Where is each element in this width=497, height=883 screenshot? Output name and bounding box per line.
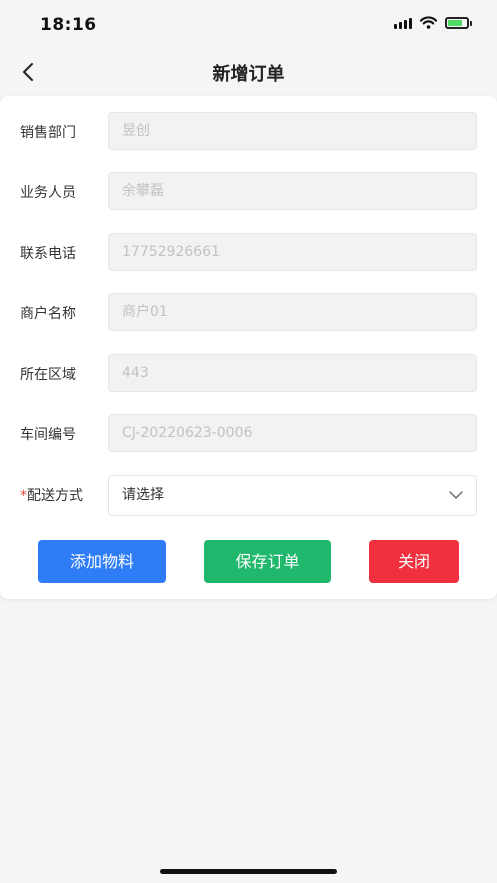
- status-time: 18:16: [40, 15, 97, 35]
- field-salesperson: 业务人员 余攀磊: [0, 172, 497, 212]
- region-input: 443: [108, 354, 477, 392]
- battery-charging-icon: [445, 16, 472, 29]
- wifi-icon: [420, 16, 437, 29]
- salesperson-input: 余攀磊: [108, 172, 477, 210]
- sales-department-input: 昱创: [108, 112, 477, 150]
- select-placeholder: 请选择: [122, 487, 164, 503]
- phone-input: 17752926661: [108, 233, 477, 271]
- field-merchant-name: 商户名称 商户01: [0, 293, 497, 333]
- field-label: 销售部门: [20, 125, 76, 141]
- status-icons: [394, 16, 472, 29]
- field-region: 所在区域 443: [0, 354, 497, 394]
- required-mark: *: [20, 488, 27, 504]
- add-material-button[interactable]: 添加物料: [38, 540, 166, 583]
- order-form: 销售部门 昱创 业务人员 余攀磊 联系电话 17752926661 商户名称 商…: [0, 96, 497, 599]
- field-phone: 联系电话 17752926661: [0, 233, 497, 273]
- delivery-method-select[interactable]: 请选择: [108, 475, 477, 516]
- field-label: 业务人员: [20, 185, 76, 201]
- field-workshop-number: 车间编号 CJ-20220623-0006: [0, 414, 497, 454]
- page-title: 新增订单: [212, 64, 285, 85]
- field-label: 车间编号: [20, 427, 76, 443]
- signal-icon: [394, 17, 412, 29]
- chevron-down-icon: [449, 491, 463, 499]
- action-bar: 添加物料 保存订单 关闭: [0, 540, 497, 584]
- field-label: 联系电话: [20, 246, 76, 262]
- field-delivery-method: *配送方式 请选择: [0, 475, 497, 516]
- home-indicator: [160, 869, 337, 874]
- field-label: *配送方式: [20, 485, 83, 505]
- status-bar: 18:16: [0, 0, 497, 50]
- save-order-button[interactable]: 保存订单: [204, 540, 331, 583]
- delivery-label: 配送方式: [27, 488, 83, 504]
- field-sales-department: 销售部门 昱创: [0, 112, 497, 152]
- workshop-number-input: CJ-20220623-0006: [108, 414, 477, 452]
- nav-bar: 新增订单: [0, 50, 497, 94]
- close-button[interactable]: 关闭: [369, 540, 459, 583]
- merchant-name-input: 商户01: [108, 293, 477, 331]
- field-label: 所在区域: [20, 367, 76, 383]
- field-label: 商户名称: [20, 306, 76, 322]
